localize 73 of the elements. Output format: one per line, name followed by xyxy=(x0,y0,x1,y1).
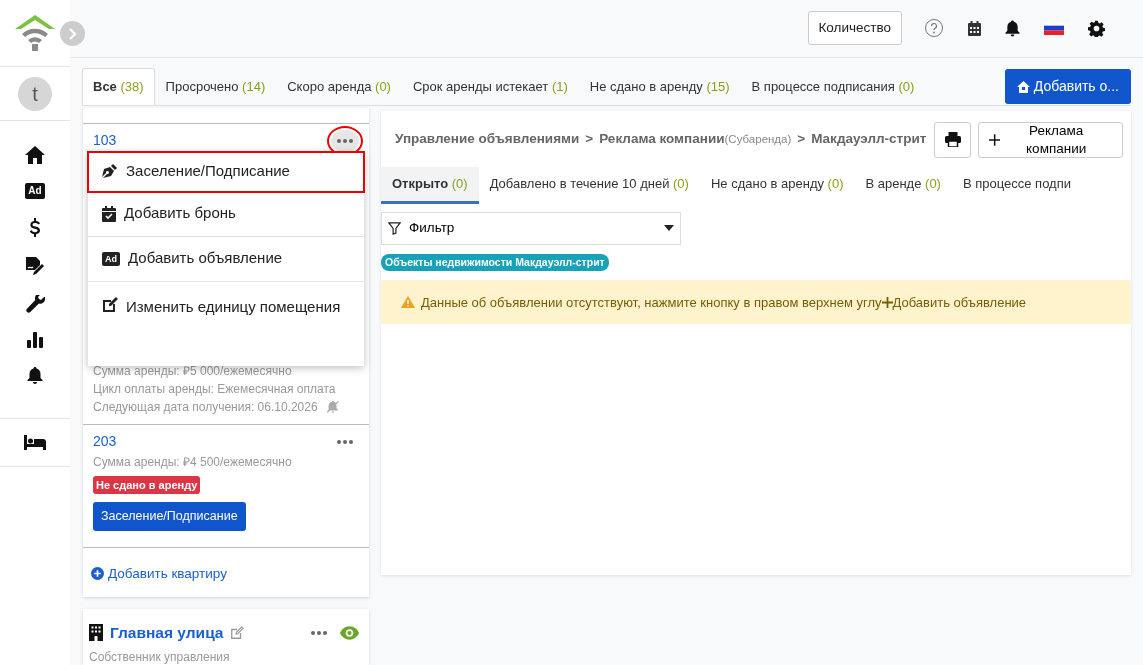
bell-icon[interactable] xyxy=(27,367,43,384)
property-name[interactable]: Главная улица xyxy=(110,621,224,645)
pen-icon xyxy=(102,163,118,179)
print-button[interactable] xyxy=(934,121,971,158)
filter-dropdown[interactable]: Фильтр xyxy=(381,211,681,245)
check-in-button[interactable]: Заселение/Подписание xyxy=(93,502,246,531)
more-button[interactable] xyxy=(331,129,359,152)
breadcrumb-item[interactable]: Управление объявлениями xyxy=(395,129,580,150)
eye-icon[interactable] xyxy=(340,625,359,640)
more-icon[interactable] xyxy=(311,630,327,635)
more-icon xyxy=(337,439,353,444)
filter-icon xyxy=(388,221,401,235)
tab[interactable]: Все (38) xyxy=(82,67,155,105)
edit-icon[interactable] xyxy=(230,625,245,640)
tab[interactable]: Просрочено (14) xyxy=(154,67,277,105)
logo xyxy=(14,12,56,54)
plus-circle-icon xyxy=(91,567,104,581)
count-button[interactable]: Количество xyxy=(807,11,902,46)
help-icon[interactable] xyxy=(924,18,944,39)
menu-item[interactable]: Заселение/Подписание xyxy=(88,151,364,192)
status-badge: Не сдано в аренду xyxy=(93,475,201,494)
calendar-check-icon xyxy=(102,205,116,222)
breadcrumb-item[interactable]: Реклама компании(Субаренда) xyxy=(599,129,792,150)
company-ad-button[interactable]: Реклама компании xyxy=(978,121,1123,158)
tag: Объекты недвижимости Макдауэлл-стрит xyxy=(381,253,609,272)
ad-icon[interactable]: Ad xyxy=(25,183,45,199)
breadcrumb-item[interactable]: Макдауэлл-стрит xyxy=(811,129,927,150)
rent-info: Цикл оплаты аренды: Ежемесячная оплата xyxy=(93,380,337,398)
flag-icon[interactable] xyxy=(1044,21,1064,36)
home-icon[interactable] xyxy=(25,145,45,164)
menu-item[interactable]: Изменить единицу помещения xyxy=(88,281,364,366)
print-icon xyxy=(944,132,961,147)
chevron-right-icon xyxy=(68,27,77,40)
settings-icon[interactable] xyxy=(1088,19,1105,37)
add-listing-link[interactable]: Добавить объявление xyxy=(881,292,1027,312)
bell-icon[interactable] xyxy=(1005,19,1020,37)
wrench-icon[interactable] xyxy=(25,295,45,313)
rent-info: Сумма аренды: ₽4 500/ежемесячно xyxy=(93,453,293,471)
tab[interactable]: Скоро аренда (0) xyxy=(276,67,402,105)
breadcrumb-separator: > xyxy=(797,130,806,149)
warning-icon xyxy=(401,296,415,309)
dollar-icon[interactable] xyxy=(28,218,42,237)
ad-icon: Ad xyxy=(102,251,120,266)
bed-icon[interactable] xyxy=(24,435,46,450)
add-property-button[interactable]: Добавить о... xyxy=(1004,69,1131,104)
menu-item[interactable]: Ad Добавить объявление xyxy=(88,236,364,282)
house-icon xyxy=(1016,80,1030,93)
more-icon xyxy=(337,138,353,143)
calendar-icon[interactable] xyxy=(968,20,981,36)
add-apartment-link[interactable]: Добавить квартиру xyxy=(91,563,227,584)
alert-text: Данные об объявлении отсутствуют, нажмите кнопку в правом верхнем углу xyxy=(421,293,882,312)
tab[interactable]: В процессе подпи xyxy=(951,166,1082,204)
document-pen-icon[interactable] xyxy=(25,256,45,276)
tab[interactable]: Не сдано в аренду (15) xyxy=(578,67,741,105)
tab[interactable]: Не сдано в аренду (0) xyxy=(699,166,855,204)
plus-icon xyxy=(881,296,893,308)
unit-number[interactable]: 203 xyxy=(93,431,117,452)
tab[interactable]: Добавлено в течение 10 дней (0) xyxy=(478,166,700,204)
tab[interactable]: В аренде (0) xyxy=(854,166,952,204)
unit-number[interactable]: 103 xyxy=(93,130,117,151)
caret-icon xyxy=(664,225,674,231)
tab[interactable]: Срок аренды истекает (1) xyxy=(401,67,579,105)
menu-item[interactable]: Добавить бронь xyxy=(88,191,364,237)
tab[interactable]: Открыто (0) xyxy=(381,166,479,204)
plus-icon xyxy=(989,133,1001,146)
edit-icon xyxy=(102,296,118,313)
breadcrumb-separator: > xyxy=(585,130,594,149)
bar-chart-icon[interactable] xyxy=(27,332,43,348)
tab[interactable]: В процессе подписания (0) xyxy=(740,67,926,105)
user-avatar[interactable]: t xyxy=(18,76,52,111)
owner-label: Собственник управления xyxy=(89,649,231,665)
next-date-text: Следующая дата получения: 06.10.2026 xyxy=(93,398,318,416)
building-icon xyxy=(89,624,103,642)
